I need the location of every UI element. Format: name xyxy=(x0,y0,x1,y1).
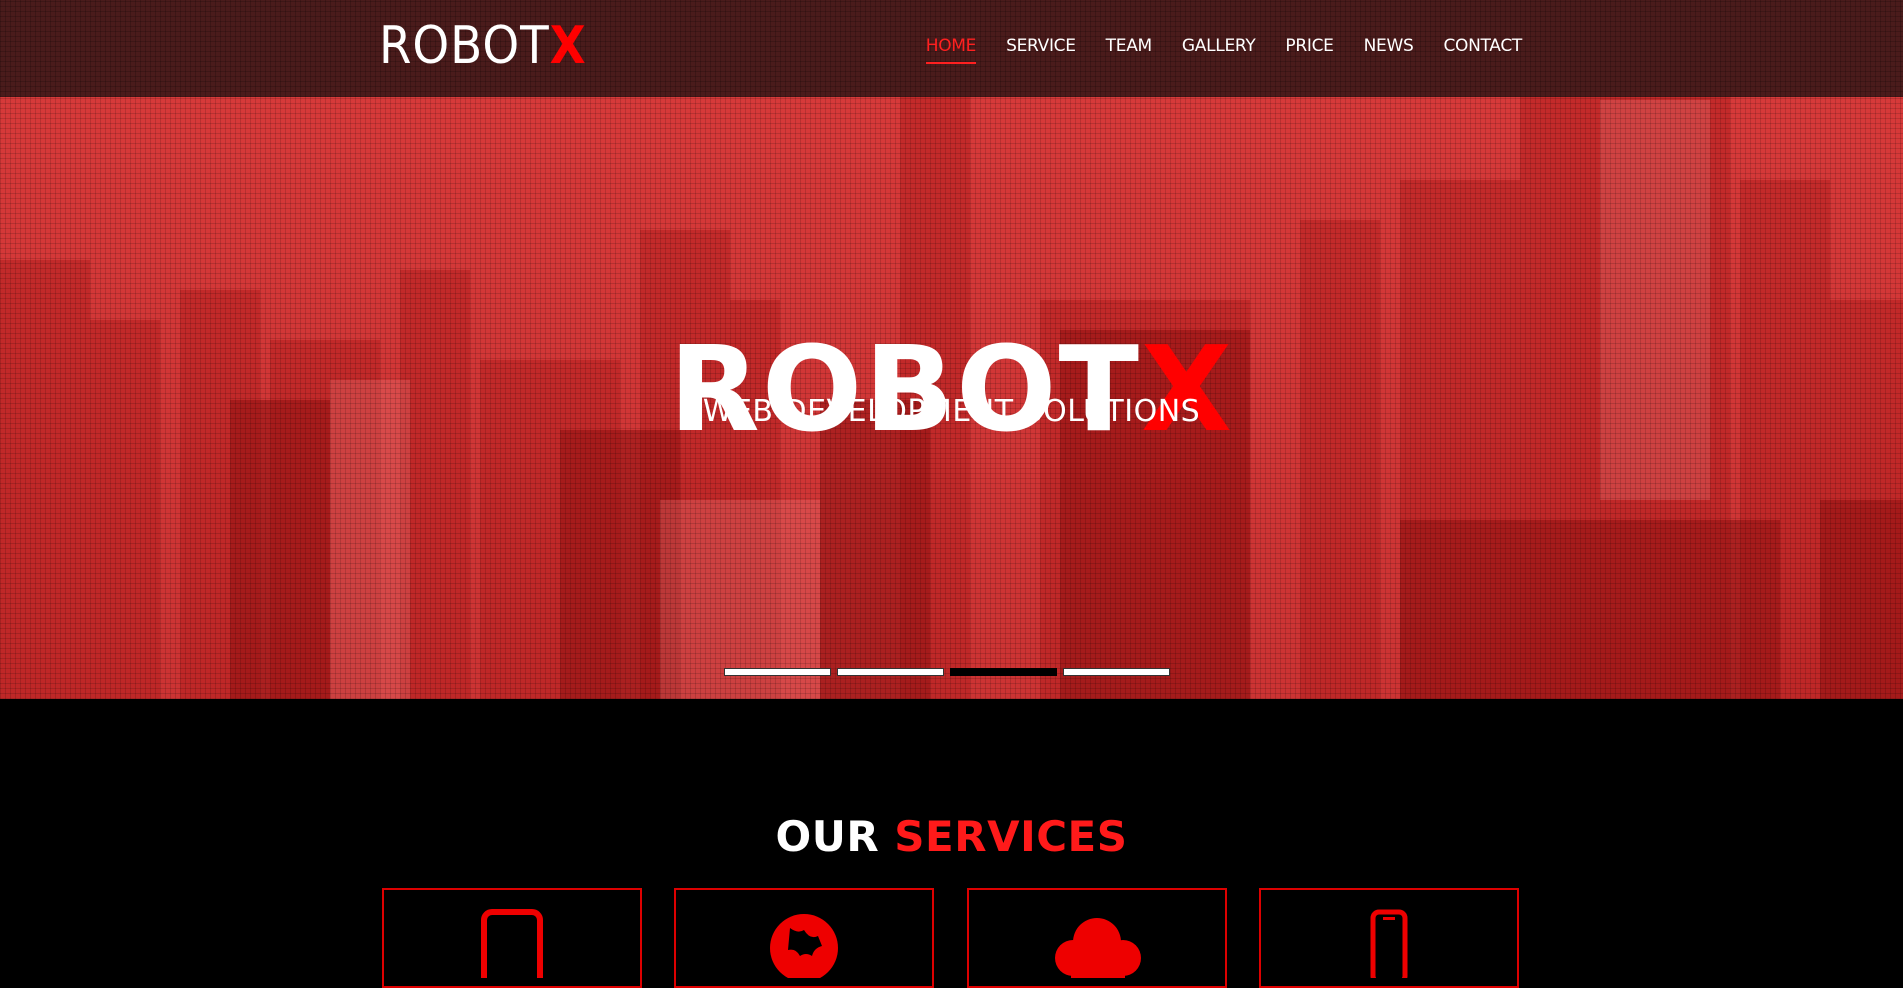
services-heading-main: OUR xyxy=(775,811,880,861)
nav-item-service[interactable]: SERVICE xyxy=(1006,36,1076,56)
nav-item-price[interactable]: PRICE xyxy=(1285,36,1334,56)
nav-item-home[interactable]: HOME xyxy=(925,36,977,64)
slider-pagination xyxy=(724,668,1170,676)
hero-subtitle: WEB DEVELOPMENT SOLUTIONS xyxy=(702,394,1201,429)
service-card-1[interactable] xyxy=(382,888,642,988)
nav-item-news[interactable]: NEWS xyxy=(1364,36,1414,56)
services-heading-accent: SERVICES xyxy=(894,811,1128,861)
services-heading: OUR SERVICES xyxy=(0,812,1903,861)
hero-section: ROBOTX WEB DEVELOPMENT SOLUTIONS xyxy=(0,0,1903,699)
hero-title-main: ROBOT xyxy=(669,320,1141,459)
globe-icon xyxy=(770,914,838,978)
brand-logo-accent: X xyxy=(549,16,587,76)
hero-title: ROBOTX xyxy=(0,329,1903,449)
brand-logo[interactable]: ROBOTX xyxy=(379,16,587,76)
slider-dot-3[interactable] xyxy=(950,668,1057,676)
service-card-4[interactable] xyxy=(1259,888,1519,988)
nav-item-team[interactable]: TEAM xyxy=(1106,36,1153,56)
slider-dot-4[interactable] xyxy=(1063,668,1170,676)
tablet-icon xyxy=(481,909,543,978)
hero-title-accent: X xyxy=(1140,320,1234,459)
service-card-3[interactable] xyxy=(967,888,1227,988)
cloud-icon xyxy=(1055,918,1141,978)
service-card-2[interactable] xyxy=(674,888,934,988)
top-navbar: ROBOTX HOME SERVICE TEAM GALLERY PRICE N… xyxy=(0,0,1903,97)
mobile-phone-icon xyxy=(1370,909,1408,978)
nav-item-contact[interactable]: CONTACT xyxy=(1443,36,1522,56)
nav-item-gallery[interactable]: GALLERY xyxy=(1182,36,1256,56)
slider-dot-1[interactable] xyxy=(724,668,831,676)
brand-logo-main: ROBOT xyxy=(379,16,550,76)
slider-dot-2[interactable] xyxy=(837,668,944,676)
main-nav: HOME SERVICE TEAM GALLERY PRICE NEWS CON… xyxy=(925,36,1522,64)
